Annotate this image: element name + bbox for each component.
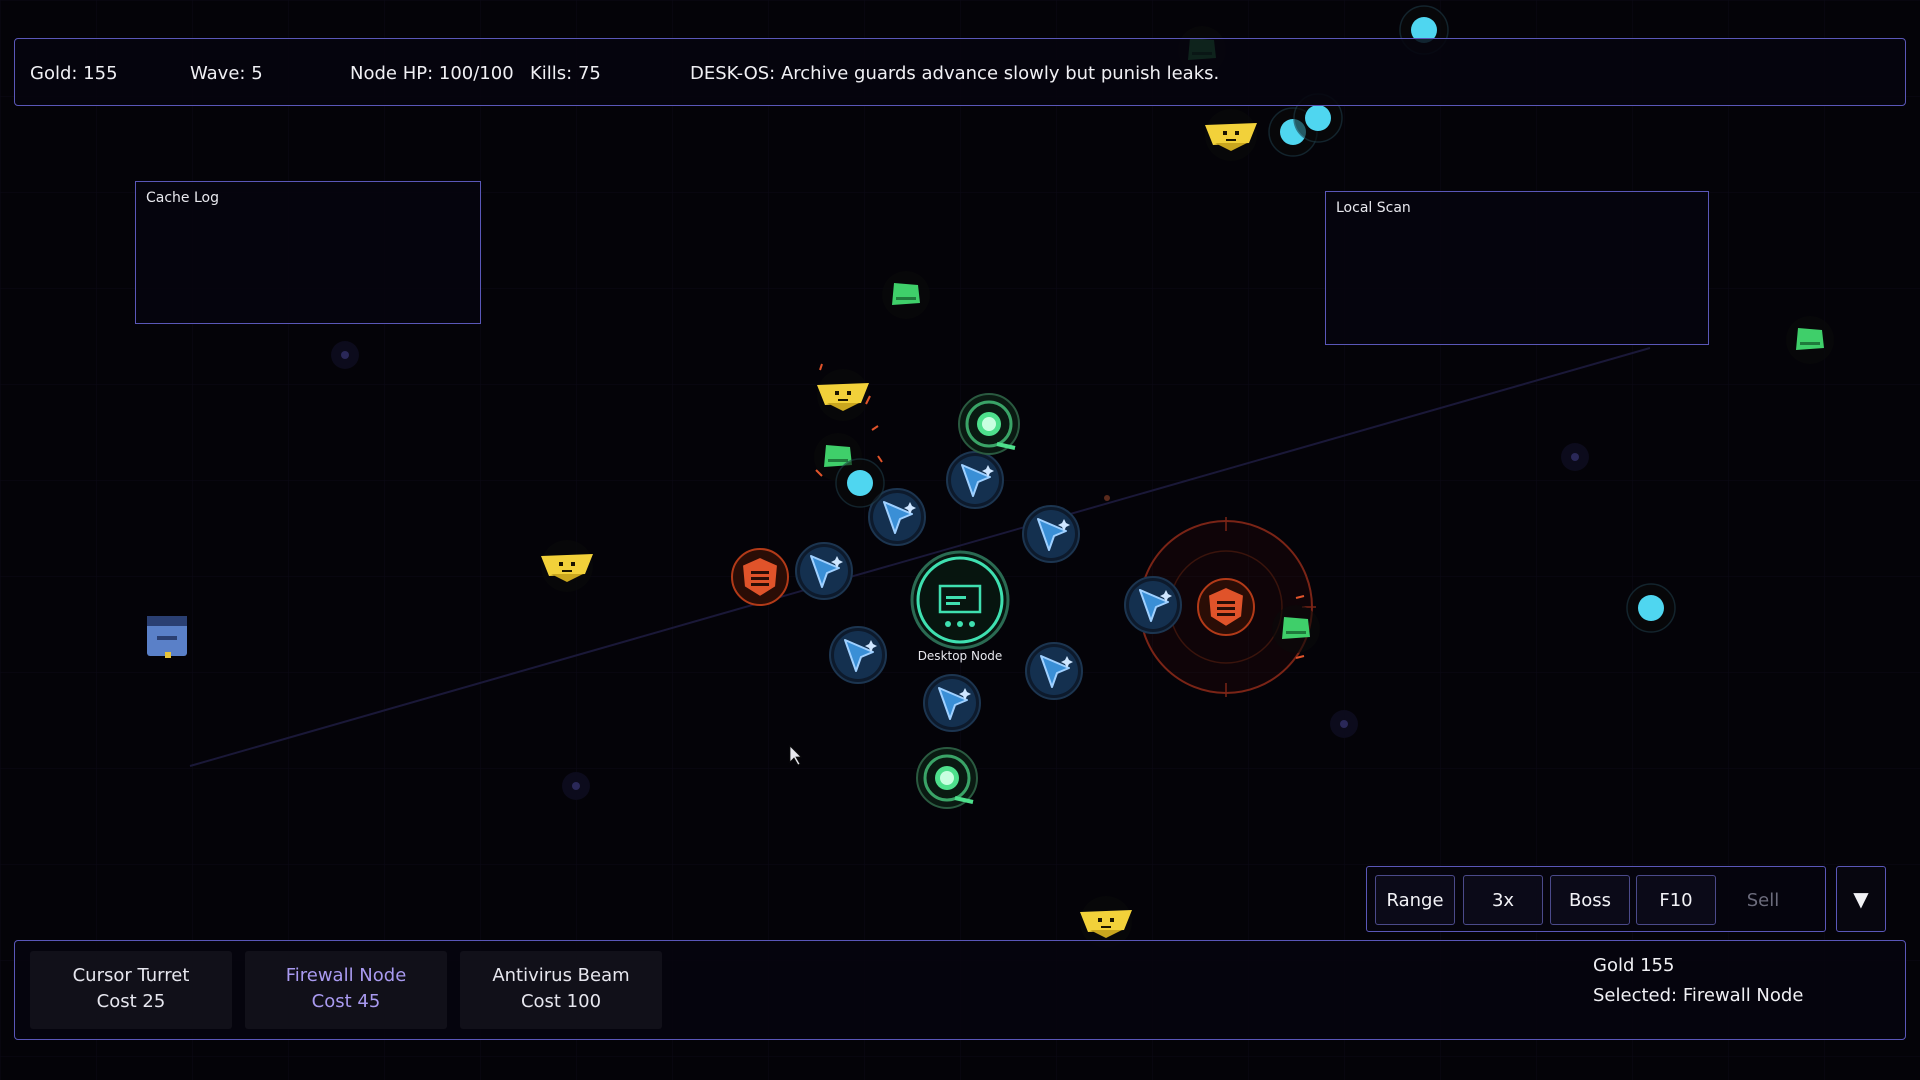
cursor-turret[interactable] — [795, 542, 853, 600]
build-item-name: Firewall Node — [285, 965, 407, 986]
firewall-node-selected[interactable] — [1197, 578, 1255, 636]
cache-log-window: Cache Log — [135, 181, 481, 324]
build-slot[interactable] — [562, 772, 590, 800]
local-scan-window: Local Scan — [1325, 191, 1709, 345]
local-scan-title: Local Scan — [1336, 200, 1411, 216]
cursor-turret[interactable] — [829, 626, 887, 684]
f10-button[interactable]: F10 — [1636, 875, 1716, 925]
build-bar: Cursor Turret Cost 25 Firewall Node Cost… — [14, 940, 1906, 1040]
range-button[interactable]: Range — [1375, 875, 1455, 925]
cursor-turret[interactable] — [946, 451, 1004, 509]
build-item-name: Antivirus Beam — [492, 965, 630, 986]
cursor-turret[interactable] — [1022, 505, 1080, 563]
build-slot[interactable] — [1561, 443, 1589, 471]
speed-button[interactable]: 3x — [1463, 875, 1543, 925]
node-hp: Node HP: 100/100 — [350, 63, 514, 84]
build-cursor-turret[interactable]: Cursor Turret Cost 25 — [30, 951, 232, 1029]
enemy-archive-guard — [1205, 109, 1257, 161]
enemy-packet — [835, 458, 885, 508]
cache-log-title: Cache Log — [146, 190, 219, 206]
gold-status: Gold 155 — [1593, 955, 1675, 976]
firewall-node[interactable] — [731, 548, 789, 606]
selected-status: Selected: Firewall Node — [1593, 985, 1804, 1006]
build-item-name: Cursor Turret — [72, 965, 190, 986]
gold-counter: Gold: 155 — [30, 63, 118, 84]
collapse-button[interactable]: ▼ — [1836, 866, 1886, 932]
antivirus-beam[interactable] — [957, 392, 1021, 456]
control-bar: Range 3x Boss F10 Sell — [1366, 866, 1826, 932]
kills-counter: Kills: 75 — [530, 63, 601, 84]
build-slot[interactable] — [1104, 495, 1110, 501]
sell-button[interactable]: Sell — [1723, 875, 1803, 925]
enemy-archive-guard — [817, 369, 869, 421]
enemy-bug — [882, 271, 930, 319]
enemy-packet — [1626, 583, 1676, 633]
build-slot[interactable] — [331, 341, 359, 369]
chevron-down-icon: ▼ — [1853, 887, 1869, 911]
build-item-cost: Cost 25 — [96, 991, 166, 1012]
wave-counter: Wave: 5 — [190, 63, 263, 84]
enemy-archive-box — [147, 616, 187, 658]
system-message: DESK-OS: Archive guards advance slowly b… — [690, 63, 1220, 84]
build-item-cost: Cost 100 — [520, 991, 602, 1012]
top-hud: Gold: 155 Wave: 5 Node HP: 100/100 Kills… — [14, 38, 1906, 106]
enemy-archive-guard — [541, 540, 593, 592]
cursor-turret[interactable] — [923, 674, 981, 732]
enemy-bug — [1786, 316, 1834, 364]
enemy-bug — [1272, 605, 1320, 653]
build-antivirus-beam[interactable]: Antivirus Beam Cost 100 — [460, 951, 662, 1029]
desktop-node-label: Desktop Node — [918, 649, 1003, 663]
antivirus-beam[interactable] — [915, 746, 979, 810]
build-firewall-node[interactable]: Firewall Node Cost 45 — [245, 951, 447, 1029]
cursor-turret[interactable] — [1124, 576, 1182, 634]
boss-button[interactable]: Boss — [1550, 875, 1630, 925]
build-slot[interactable] — [1330, 710, 1358, 738]
build-item-cost: Cost 45 — [311, 991, 381, 1012]
cursor-turret[interactable] — [1025, 642, 1083, 700]
